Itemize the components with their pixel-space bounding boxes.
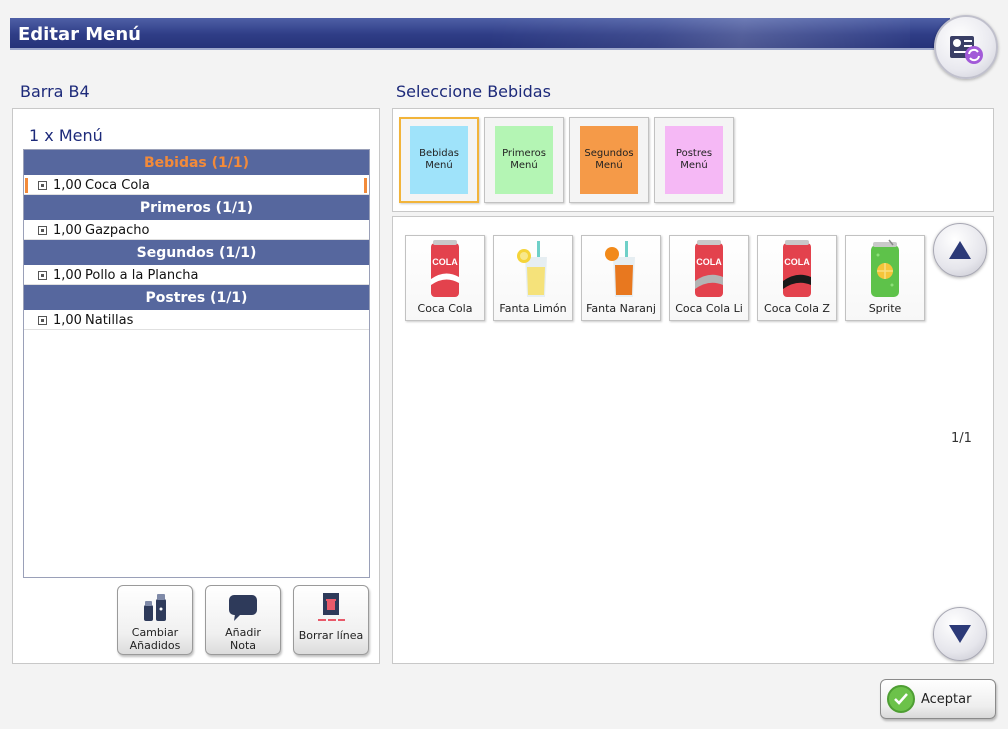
category-label-2: Menú: [595, 160, 623, 171]
product-coca-cola-light-button[interactable]: COLA Coca Cola Li: [669, 235, 749, 321]
settings-sync-button[interactable]: [934, 15, 998, 79]
product-panel: COLA Coca Cola Fanta Limón Fanta Naranj …: [392, 216, 994, 664]
add-note-label-2: Nota: [229, 639, 256, 652]
section-title-left: Barra B4: [20, 82, 90, 101]
order-line-postres[interactable]: 1,00 Natillas: [24, 311, 369, 330]
group-header-segundos[interactable]: Segundos (1/1): [24, 240, 369, 266]
delete-receipt-icon: [318, 593, 345, 621]
order-line-bebidas[interactable]: 1,00 Coca Cola: [24, 176, 369, 195]
order-list[interactable]: Bebidas (1/1) 1,00 Coca Cola Primeros (1…: [23, 149, 370, 578]
category-panel: Bebidas Menú Primeros Menú Segundos Menú Po…: [392, 108, 994, 212]
accept-label: Aceptar: [921, 691, 972, 707]
order-panel: 1 x Menú Bebidas (1/1) 1,00 Coca Cola Pr…: [12, 108, 380, 664]
triangle-up-icon: [949, 241, 971, 259]
page-indicator: 1/1: [951, 431, 972, 446]
category-postres-button[interactable]: Postres Menú: [654, 117, 734, 203]
line-quantity: 1,00: [53, 177, 82, 193]
product-label: Coca Cola Li: [675, 302, 743, 315]
category-label-1: Primeros: [502, 148, 546, 159]
product-label: Coca Cola: [417, 302, 473, 315]
change-addons-label-1: Cambiar: [131, 626, 179, 639]
category-swatch: Segundos Menú: [580, 126, 638, 194]
title-bar-gloss: [490, 18, 910, 48]
cola-light-can-icon: COLA: [695, 240, 723, 297]
settings-sync-icon: [950, 36, 983, 64]
change-addons-label-2: Añadidos: [129, 639, 181, 652]
add-note-label-1: Añadir: [225, 626, 261, 639]
line-item-icon: [38, 315, 47, 325]
product-label: Coca Cola Z: [764, 302, 830, 315]
delete-line-button[interactable]: Borrar línea: [293, 585, 369, 655]
category-label-1: Segundos: [584, 148, 634, 159]
category-label-2: Menú: [510, 160, 538, 171]
svg-text:COLA: COLA: [784, 257, 810, 267]
product-label: Fanta Naranj: [586, 302, 656, 315]
window-title: Editar Menú: [18, 24, 141, 45]
product-label: Fanta Limón: [499, 302, 567, 315]
svg-text:COLA: COLA: [696, 257, 722, 267]
category-label-2: Menú: [680, 160, 708, 171]
line-item-icon: [38, 270, 47, 280]
group-header-postres[interactable]: Postres (1/1): [24, 285, 369, 311]
menu-count: 1 x Menú: [29, 126, 103, 145]
cola-can-icon: COLA: [431, 240, 459, 297]
line-item-icon: [38, 180, 47, 190]
svg-text:COLA: COLA: [432, 257, 458, 267]
line-item-icon: [38, 225, 47, 235]
triangle-down-icon: [949, 625, 971, 643]
salt-pepper-icon: [144, 594, 166, 621]
line-item-name: Coca Cola: [85, 177, 150, 193]
order-line-primeros[interactable]: 1,00 Gazpacho: [24, 221, 369, 240]
product-coca-cola-button[interactable]: COLA Coca Cola: [405, 235, 485, 321]
category-swatch: Primeros Menú: [495, 126, 553, 194]
category-swatch: Bebidas Menú: [410, 126, 468, 194]
category-label-1: Bebidas: [419, 148, 459, 159]
cola-zero-can-icon: COLA: [783, 240, 811, 297]
category-label-1: Postres: [675, 148, 713, 159]
line-quantity: 1,00: [53, 267, 82, 283]
orange-drink-icon: [605, 241, 635, 297]
checkmark-icon: [887, 685, 915, 713]
accept-button[interactable]: Aceptar: [880, 679, 996, 719]
scroll-up-button[interactable]: [933, 223, 987, 277]
product-coca-cola-zero-button[interactable]: COLA Coca Cola Z: [757, 235, 837, 321]
group-header-primeros[interactable]: Primeros (1/1): [24, 195, 369, 221]
product-fanta-naranja-button[interactable]: Fanta Naranj: [581, 235, 661, 321]
category-bebidas-button[interactable]: Bebidas Menú: [399, 117, 479, 203]
lemon-drink-icon: [517, 241, 547, 297]
product-sprite-button[interactable]: Sprite: [845, 235, 925, 321]
line-item-name: Natillas: [85, 312, 134, 328]
title-bar: Editar Menú: [10, 18, 950, 50]
change-addons-button[interactable]: Cambiar Añadidos: [117, 585, 193, 655]
category-label-2: Menú: [425, 160, 453, 171]
line-quantity: 1,00: [53, 312, 82, 328]
product-label: Sprite: [868, 302, 902, 315]
scroll-down-button[interactable]: [933, 607, 987, 661]
section-title-right: Seleccione Bebidas: [396, 82, 551, 101]
category-primeros-button[interactable]: Primeros Menú: [484, 117, 564, 203]
speech-bubble-icon: [229, 595, 257, 621]
category-swatch: Postres Menú: [665, 126, 723, 194]
line-item-name: Pollo a la Plancha: [85, 267, 199, 283]
group-header-bebidas[interactable]: Bebidas (1/1): [24, 150, 369, 176]
line-item-name: Gazpacho: [85, 222, 150, 238]
delete-line-label: Borrar línea: [298, 629, 364, 642]
sprite-can-icon: [871, 239, 899, 297]
order-line-segundos[interactable]: 1,00 Pollo a la Plancha: [24, 266, 369, 285]
product-fanta-limon-button[interactable]: Fanta Limón: [493, 235, 573, 321]
line-quantity: 1,00: [53, 222, 82, 238]
add-note-button[interactable]: Añadir Nota: [205, 585, 281, 655]
category-segundos-button[interactable]: Segundos Menú: [569, 117, 649, 203]
